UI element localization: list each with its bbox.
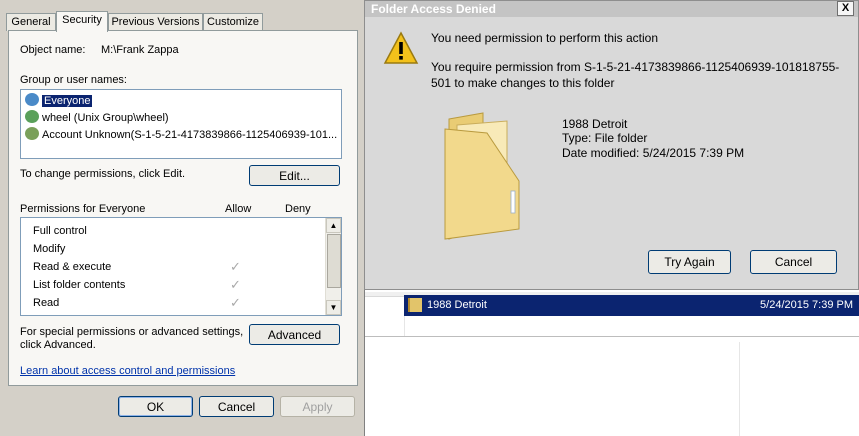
permission-detail-line1: You require permission from S-1-5-21-417…: [431, 60, 840, 74]
status-divider: [362, 336, 859, 337]
folder-access-denied-dialog: Folder Access Denied X You need permissi…: [364, 0, 859, 290]
perm-read: Read: [33, 297, 60, 309]
close-icon[interactable]: X: [837, 1, 854, 16]
allow-check-icon: ✓: [230, 259, 241, 274]
scroll-thumb[interactable]: [327, 234, 341, 288]
perm-list-folder: List folder contents: [33, 279, 126, 291]
group-list[interactable]: Everyone wheel (Unix Group\wheel) Accoun…: [20, 89, 342, 159]
file-name: 1988 Detroit: [427, 299, 487, 311]
advanced-button[interactable]: Advanced: [249, 324, 340, 345]
tab-previous-versions[interactable]: Previous Versions: [108, 13, 203, 31]
folder-modified: Date modified: 5/24/2015 7:39 PM: [562, 146, 745, 160]
permissions-list[interactable]: Full control Modify Read & execute ✓ Lis…: [20, 217, 342, 316]
scroll-down-icon[interactable]: ▼: [326, 300, 341, 315]
allow-check-icon: ✓: [230, 295, 241, 310]
perm-read-execute: Read & execute: [33, 261, 112, 273]
group-label: Group or user names:: [20, 74, 127, 86]
tab-general[interactable]: General: [6, 13, 56, 31]
permissions-scrollbar[interactable]: ▲ ▼: [325, 218, 341, 315]
explorer-file-list: 1988 Detroit 5/24/2015 7:39 PM: [362, 292, 859, 436]
properties-dialog: General Security Previous Versions Custo…: [0, 0, 365, 436]
object-name-label: Object name:: [20, 44, 86, 56]
scroll-up-icon[interactable]: ▲: [326, 218, 341, 233]
dialog-titlebar: Folder Access Denied X: [365, 1, 858, 17]
dialog-title: Folder Access Denied: [371, 2, 496, 16]
deny-header: Deny: [285, 203, 311, 215]
apply-button[interactable]: Apply: [280, 396, 355, 417]
tab-customize[interactable]: Customize: [203, 13, 263, 31]
special-hint-line2: click Advanced.: [20, 339, 96, 351]
column-divider: [404, 316, 405, 336]
special-hint-line1: For special permissions or advanced sett…: [20, 326, 244, 338]
folder-name: 1988 Detroit: [562, 117, 628, 131]
users-icon: [25, 93, 39, 106]
folder-type: Type: File folder: [562, 131, 648, 145]
cancel-button[interactable]: Cancel: [199, 396, 274, 417]
object-name-value: M:\Frank Zappa: [101, 44, 179, 56]
perm-modify: Modify: [33, 243, 66, 255]
unknown-user-icon: [25, 127, 39, 140]
change-hint: To change permissions, click Edit.: [20, 168, 186, 180]
users-icon: [25, 110, 39, 123]
try-again-button[interactable]: Try Again: [648, 250, 731, 274]
group-item-everyone[interactable]: Everyone: [25, 93, 93, 109]
folder-icon: [408, 298, 422, 312]
permissions-label: Permissions for Everyone: [20, 203, 146, 215]
denied-cancel-button[interactable]: Cancel: [750, 250, 837, 274]
ok-button[interactable]: OK: [118, 396, 193, 417]
warning-icon: [383, 31, 419, 64]
security-panel: Object name: M:\Frank Zappa Group or use…: [8, 30, 358, 386]
tab-security[interactable]: Security: [56, 11, 108, 32]
file-row-selected[interactable]: 1988 Detroit 5/24/2015 7:39 PM: [404, 295, 859, 316]
allow-check-icon: ✓: [230, 277, 241, 292]
edit-button[interactable]: Edit...: [249, 165, 340, 186]
file-date: 5/24/2015 7:39 PM: [760, 299, 853, 311]
learn-permissions-link[interactable]: Learn about access control and permissio…: [20, 365, 235, 377]
column-divider: [739, 342, 740, 436]
allow-header: Allow: [225, 203, 252, 215]
large-folder-icon: [444, 112, 520, 240]
group-item-wheel[interactable]: wheel (Unix Group\wheel): [25, 110, 169, 126]
permission-detail-line2: 501 to make changes to this folder: [431, 76, 615, 90]
permission-message: You need permission to perform this acti…: [431, 31, 659, 45]
perm-full-control: Full control: [33, 225, 87, 237]
group-item-account-unknown[interactable]: Account Unknown(S-1-5-21-4173839866-1125…: [25, 127, 337, 143]
